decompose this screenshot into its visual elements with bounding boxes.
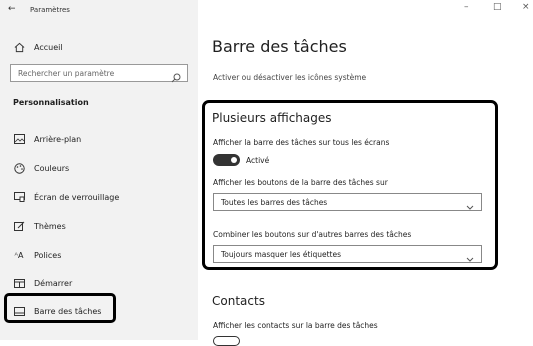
- chevron-down-icon: [465, 249, 475, 268]
- combine-buttons-label: Combiner les boutons sur d'autres barres…: [213, 230, 412, 239]
- sidebar-item-label: Couleurs: [34, 163, 70, 173]
- dropdown-value: Toujours masquer les étiquettes: [221, 250, 342, 259]
- show-on-all-displays-toggle[interactable]: [213, 154, 240, 166]
- dropdown-value: Toutes les barres des tâches: [221, 198, 328, 207]
- minimize-button[interactable]: –: [464, 2, 469, 12]
- maximize-button[interactable]: □: [493, 2, 502, 12]
- system-icons-link[interactable]: Activer ou désactiver les icônes système: [213, 73, 366, 82]
- chevron-down-icon: [465, 197, 475, 216]
- show-buttons-dropdown[interactable]: Toutes les barres des tâches: [213, 193, 482, 211]
- fonts-icon: ᴬA: [14, 250, 24, 260]
- show-buttons-label: Afficher les boutons de la barre des tâc…: [213, 178, 388, 187]
- multi-display-heading: Plusieurs affichages: [212, 111, 332, 125]
- sidebar-item-label: Arrière-plan: [34, 134, 82, 144]
- image-icon: [13, 133, 25, 145]
- sidebar-item-lock-screen[interactable]: Écran de verrouillage: [0, 186, 198, 208]
- search-placeholder: Rechercher un paramètre: [18, 69, 115, 78]
- sidebar-item-fonts[interactable]: ᴬA Polices: [0, 244, 198, 266]
- sidebar-item-background[interactable]: Arrière-plan: [0, 128, 198, 150]
- home-icon: [13, 41, 25, 53]
- page-title: Barre des tâches: [212, 37, 347, 56]
- search-icon: [171, 68, 181, 87]
- sidebar-item-label: Thèmes: [34, 221, 66, 231]
- lock-screen-icon: [13, 191, 25, 203]
- sidebar-item-themes[interactable]: Thèmes: [0, 215, 198, 237]
- search-input[interactable]: Rechercher un paramètre: [10, 64, 188, 83]
- section-label: Personnalisation: [13, 98, 89, 107]
- show-on-all-displays-label: Afficher la barre des tâches sur tous le…: [213, 138, 390, 147]
- toggle-state-label: Activé: [246, 156, 270, 165]
- sidebar-item-colors[interactable]: Couleurs: [0, 157, 198, 179]
- sidebar-item-start[interactable]: Démarrer: [0, 272, 198, 294]
- main-content: – □ × Barre des tâches Activer ou désact…: [198, 0, 533, 346]
- sidebar: ← Paramètres Accueil Rechercher un param…: [0, 0, 198, 340]
- start-icon: [13, 277, 25, 289]
- sidebar-item-label: Polices: [34, 250, 62, 260]
- close-button[interactable]: ×: [522, 2, 530, 12]
- toggle-knob: [231, 157, 237, 163]
- show-contacts-toggle[interactable]: [213, 336, 240, 346]
- sidebar-item-home[interactable]: Accueil: [0, 36, 198, 58]
- window-title: Paramètres: [30, 6, 70, 14]
- show-contacts-label: Afficher les contacts sur la barre des t…: [213, 321, 378, 330]
- sidebar-item-label: Démarrer: [34, 278, 73, 288]
- selection-highlight-box: [4, 293, 116, 323]
- sidebar-item-label: Accueil: [34, 42, 63, 52]
- sidebar-item-label: Écran de verrouillage: [34, 192, 120, 202]
- combine-buttons-dropdown[interactable]: Toujours masquer les étiquettes: [213, 245, 482, 263]
- themes-icon: [13, 220, 25, 232]
- palette-icon: [13, 162, 25, 174]
- back-arrow-icon[interactable]: ←: [8, 4, 16, 14]
- contacts-heading: Contacts: [212, 294, 265, 308]
